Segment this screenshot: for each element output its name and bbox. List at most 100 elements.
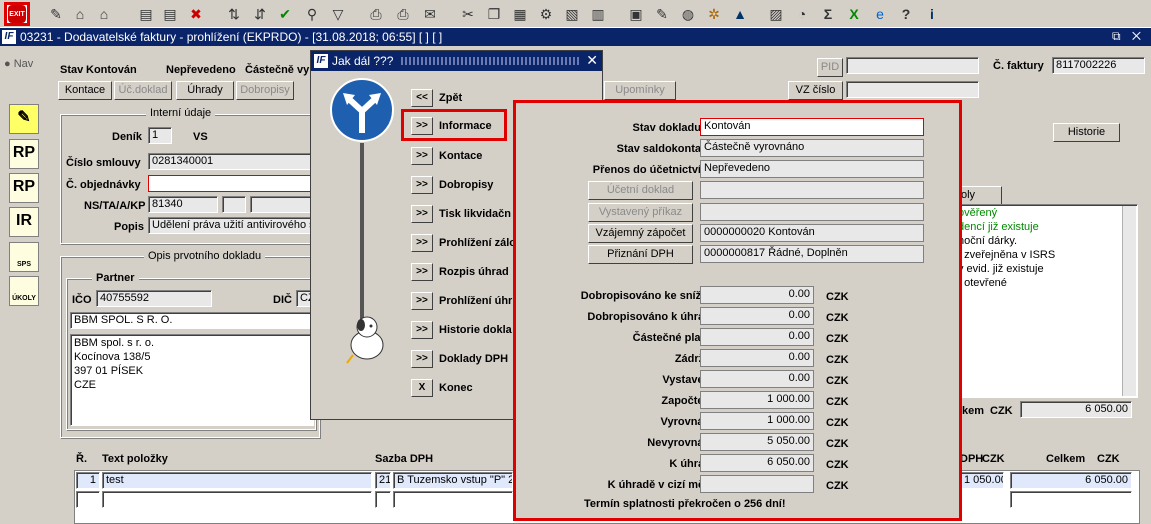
doc-edit-icon[interactable]: ▤ (160, 4, 180, 24)
grid-icon[interactable]: ▥ (588, 4, 608, 24)
informace-label[interactable]: Informace (439, 120, 492, 132)
doc-icon[interactable]: ▤ (136, 4, 156, 24)
amount-value[interactable]: 0.00 (700, 307, 814, 325)
row-empty[interactable] (102, 491, 372, 508)
tools-icon[interactable]: ⚙ (536, 4, 556, 24)
filter-icon[interactable]: ▽ (328, 4, 348, 24)
stav-dokladu-field[interactable]: Kontován (700, 118, 924, 136)
settings-icon[interactable]: ✲ (704, 4, 724, 24)
priznani-dph-button[interactable]: Přiznání DPH (588, 245, 693, 264)
calc-icon[interactable]: ▣ (626, 4, 646, 24)
prohlizeni-uhr-button[interactable]: >> (411, 292, 433, 310)
dobropisy-option-label[interactable]: Dobropisy (439, 179, 493, 191)
row-dph[interactable]: 1 050.00 (960, 472, 1004, 489)
edit-icon[interactable]: ✎ (652, 4, 672, 24)
dobropisy-option-button[interactable]: >> (411, 176, 433, 194)
rozpis-uhrad-button[interactable]: >> (411, 263, 433, 281)
prohlizeni-zalo-label[interactable]: Prohlížení zálo (439, 237, 516, 249)
zpet-label[interactable]: Zpět (439, 92, 462, 104)
kontace-option-button[interactable]: >> (411, 147, 433, 165)
sum-icon[interactable]: Σ (818, 4, 838, 24)
amount-value[interactable]: 1 000.00 (700, 391, 814, 409)
print-preview-icon[interactable]: ⎙ (393, 4, 413, 24)
zpet-button[interactable]: << (411, 89, 433, 107)
ir-icon[interactable]: IR (9, 207, 39, 237)
doc-delete-icon[interactable]: ✖ (186, 4, 206, 24)
uhrady-button[interactable]: Úhrady (176, 81, 234, 100)
smlouva-field[interactable]: 0281340001 (148, 153, 318, 170)
row-celkem[interactable]: 6 050.00 (1010, 472, 1132, 489)
upominky-button[interactable]: Upomínky (604, 81, 676, 100)
stav-saldokonta-field[interactable]: Částečně vyrovnáno (700, 139, 924, 157)
ta-field[interactable] (222, 196, 246, 213)
address-field[interactable]: BBM spol. s r. o. Kocínova 138/5 397 01 … (70, 334, 314, 426)
partner-name-field[interactable]: BBM SPOL. S R. O. (70, 312, 314, 329)
uc-doklad-button[interactable]: Úč.doklad (114, 81, 172, 100)
new-icon[interactable]: ✎ (46, 4, 66, 24)
message-scrollbar[interactable] (1122, 206, 1136, 396)
doklady-dph-label[interactable]: Doklady DPH (439, 353, 508, 365)
wrench-icon[interactable]: ⚲ (302, 4, 322, 24)
rp-cz-icon[interactable]: RP (9, 139, 39, 169)
vz-cislo-button[interactable]: VZ číslo (788, 81, 843, 100)
priznani-dph-field[interactable]: 0000000817 Řádné, Doplněn (700, 245, 924, 263)
ns-field[interactable]: 81340 (148, 196, 218, 213)
chart-icon[interactable]: ▨ (766, 4, 786, 24)
excel-icon[interactable]: X (844, 4, 864, 24)
paste-icon[interactable]: ▦ (510, 4, 530, 24)
prohlizeni-zalo-button[interactable]: >> (411, 234, 433, 252)
objednavka-field[interactable] (148, 175, 318, 192)
sort-asc-icon[interactable]: ⇅ (224, 4, 244, 24)
doklady-dph-button[interactable]: >> (411, 350, 433, 368)
ucetni-doklad-button[interactable]: Účetní doklad (588, 181, 693, 200)
a-field[interactable] (250, 196, 318, 213)
amount-value[interactable]: 0.00 (700, 370, 814, 388)
browser-icon[interactable]: e (870, 4, 890, 24)
row-sazba-text[interactable]: B Tuzemsko vstup "P" 2 (393, 472, 513, 489)
row-sazba[interactable]: 21 (375, 472, 391, 489)
clock-icon[interactable]: ◔ (792, 4, 812, 24)
row-empty[interactable] (375, 491, 391, 508)
sps-icon[interactable]: SPS (9, 242, 39, 272)
ukoly-icon[interactable]: ÚKOLY (9, 276, 39, 306)
info-icon[interactable]: i (922, 4, 942, 24)
globe-icon[interactable]: ◍ (678, 4, 698, 24)
row-r[interactable]: 1 (76, 472, 100, 489)
tisk-option-button[interactable]: >> (411, 205, 433, 223)
vzajemny-zapocet-button[interactable]: Vzájemný zápočet (588, 224, 693, 243)
konec-label[interactable]: Konec (439, 382, 473, 394)
vzajemny-zapocet-field[interactable]: 0000000020 Kontován (700, 224, 924, 242)
row-empty[interactable] (393, 491, 513, 508)
dialog-close-icon[interactable]: ✕ (586, 52, 598, 69)
rozpis-uhrad-label[interactable]: Rozpis úhrad (439, 266, 509, 278)
amount-value[interactable]: 0.00 (700, 349, 814, 367)
historie-dokla-label[interactable]: Historie dokla (439, 324, 512, 336)
mail-icon[interactable]: ✉ (420, 4, 440, 24)
amount-value[interactable]: 6 050.00 (700, 454, 814, 472)
doc-find-icon[interactable]: ▧ (562, 4, 582, 24)
ico-field[interactable]: 40755592 (96, 290, 212, 307)
historie-dokla-button[interactable]: >> (411, 321, 433, 339)
warning-icon[interactable]: ▲ (730, 4, 750, 24)
amount-value[interactable] (700, 475, 814, 493)
kontace-option-label[interactable]: Kontace (439, 150, 482, 162)
sort-desc-icon[interactable]: ⇵ (250, 4, 270, 24)
dobropisy-button[interactable]: Dobropisy (236, 81, 294, 100)
edit-doc-icon[interactable]: ✎ (9, 104, 39, 134)
amount-value[interactable]: 0.00 (700, 328, 814, 346)
amount-value[interactable]: 1 000.00 (700, 412, 814, 430)
prenos-field[interactable]: Nepřevedeno (700, 160, 924, 178)
row-empty[interactable] (1010, 491, 1132, 508)
tisk-option-label[interactable]: Tisk likvidačn (439, 208, 511, 220)
vystaveny-prikaz-button[interactable]: Vystavený příkaz (588, 203, 693, 222)
amount-value[interactable]: 0.00 (700, 286, 814, 304)
exit-button[interactable]: EXIT (4, 2, 30, 26)
amount-value[interactable]: 5 050.00 (700, 433, 814, 451)
konec-button[interactable]: X (411, 379, 433, 397)
window-controls[interactable]: ⧉ ✕ (1112, 29, 1145, 44)
nav-toggle[interactable]: ● Nav (4, 58, 33, 70)
ucetni-doklad-field[interactable] (700, 181, 924, 199)
prohlizeni-uhr-label[interactable]: Prohlížení úhr (439, 295, 512, 307)
print-icon[interactable]: ⎙ (366, 4, 386, 24)
popis-field[interactable]: Udělení práva užití antivirového s (148, 217, 318, 234)
